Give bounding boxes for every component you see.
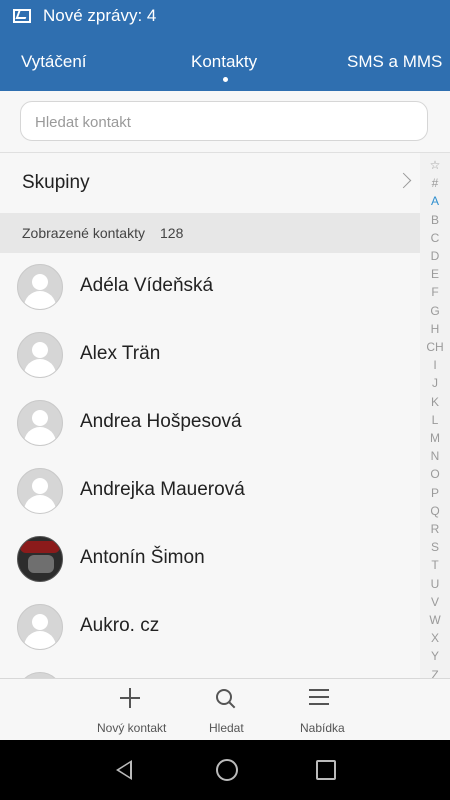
menu-label: Nabídka [300,721,345,735]
alphabet-letter[interactable]: P [420,486,450,500]
back-icon[interactable] [116,760,132,780]
alphabet-letter[interactable]: D [420,249,450,263]
alphabet-letter[interactable]: X [420,631,450,645]
home-icon[interactable] [216,759,238,781]
new-contact-button[interactable]: Nový kontakt [0,679,166,741]
status-bar: Nové zprávy: 4 [0,0,450,32]
alphabet-letter[interactable]: E [420,267,450,281]
alphabet-letter[interactable]: V [420,595,450,609]
alphabet-letter[interactable]: F [420,285,450,299]
tab-sms-mms[interactable]: SMS a MMS [347,52,442,72]
avatar [17,400,63,446]
list-item[interactable]: Antonín Šimon [0,525,420,594]
search-box[interactable] [20,101,428,141]
avatar-photo [17,536,63,582]
alphabet-letter[interactable]: # [420,176,450,190]
contact-list: Adéla Vídeňská Alex Trän Andrea Hošpesov… [0,253,420,678]
alphabet-letter[interactable]: N [420,449,450,463]
avatar [17,604,63,650]
status-message: Nové zprávy: 4 [43,6,157,25]
contact-name: Andrejka Mauerová [80,479,245,500]
alphabet-letter[interactable]: W [420,613,450,627]
alphabet-letter[interactable]: I [420,358,450,372]
alphabet-letter[interactable]: U [420,577,450,591]
list-item[interactable]: Aukro. cz [0,593,420,662]
search-input[interactable] [33,110,417,134]
tab-dialer[interactable]: Vytáčení [21,52,87,72]
message-icon [13,9,31,23]
alphabet-letter[interactable]: B [420,213,450,227]
alphabet-letter[interactable]: Q [420,504,450,518]
alphabet-letter[interactable]: C [420,231,450,245]
avatar [17,468,63,514]
list-item[interactable]: Adéla Vídeňská [0,253,420,322]
contact-name: Adéla Vídeňská [80,275,214,296]
list-item[interactable]: Andrejka Mauerová [0,457,420,526]
list-item[interactable]: Andrea Hošpesová [0,389,420,458]
contact-name: Alex Trän [80,343,161,364]
alphabet-letter[interactable]: K [420,395,450,409]
list-item[interactable] [0,661,420,678]
recent-apps-icon[interactable] [316,760,336,780]
system-nav-bar [0,740,450,800]
contact-name: Antonín Šimon [80,547,205,568]
bottom-bar: Nový kontakt Hledat Nabídka [0,678,450,741]
alphabet-letter[interactable]: Y [420,649,450,663]
alphabet-letter[interactable]: M [420,431,450,445]
avatar [17,332,63,378]
alphabet-letter[interactable]: G [420,304,450,318]
search-area [0,91,450,153]
menu-icon [309,689,329,691]
alphabet-letter[interactable]: O [420,467,450,481]
chevron-right-icon [395,172,412,189]
section-title: Zobrazené kontakty [22,225,145,241]
alphabet-letter[interactable]: T [420,558,450,572]
search-button[interactable]: Hledat [150,679,300,741]
section-header: Zobrazené kontakty 128 [0,213,420,253]
alphabet-letter[interactable]: J [420,376,450,390]
alphabet-index[interactable]: ☆ # A B C D E F G H CH I J K L M N O P Q R S T U V W X Y Z [420,153,450,682]
alphabet-letter[interactable]: S [420,540,450,554]
contact-name: Aukro. cz [80,615,160,636]
alphabet-letter[interactable]: R [420,522,450,536]
alphabet-letter[interactable]: CH [420,340,450,354]
search-label: Hledat [209,721,244,735]
tab-contacts[interactable]: Kontakty [191,52,257,72]
alphabet-letter[interactable]: L [420,413,450,427]
alphabet-letter[interactable]: H [420,322,450,336]
groups-label: Skupiny [22,172,90,193]
tab-bar: Vytáčení Kontakty SMS a MMS [0,32,450,91]
alphabet-letter[interactable]: A [420,194,450,208]
contact-name: Andrea Hošpesová [80,411,242,432]
avatar [17,264,63,310]
groups-row[interactable]: Skupiny [0,153,420,214]
active-tab-indicator [223,77,228,82]
contact-count: 128 [160,225,184,241]
menu-button[interactable]: Nabídka [300,679,450,741]
alphabet-letter[interactable]: ☆ [420,158,450,172]
list-item[interactable]: Alex Trän [0,321,420,390]
